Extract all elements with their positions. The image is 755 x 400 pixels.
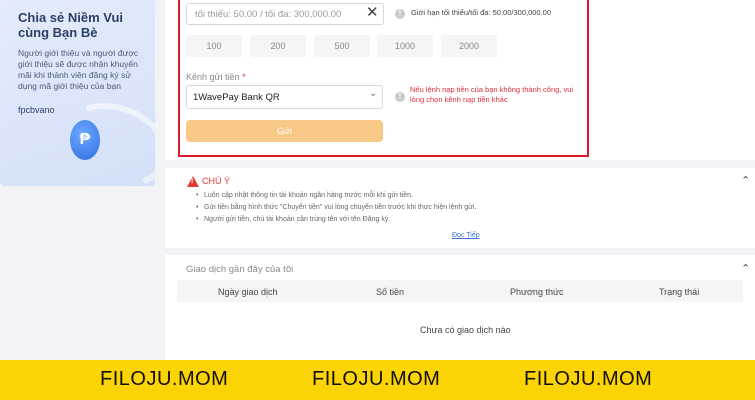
quick-amount-button[interactable]: 500 [314,35,370,57]
recent-title: Giao dịch gần đây của tôi [186,264,294,275]
promo-description: Người giới thiệu và người được giới thiệ… [18,48,139,91]
brand-text: FILOJU.MOM [524,368,653,390]
notice-item: Luôn cập nhật thông tin tài khoản ngân h… [196,192,413,199]
notice-item: Người gửi tiền, chủ tài khoản cần trùng … [196,216,390,223]
chevron-down-icon[interactable]: ⌄ [369,88,377,99]
info-icon: ! [395,92,405,102]
notice-title: CHÚ Ý [202,176,231,186]
channel-label: Kênh gửi tiền * [186,72,246,82]
empty-state: Chưa có giao dịch nào [420,325,511,335]
channel-select[interactable]: 1WavePay Bank QR [186,85,383,109]
promo-title: Chia sẻ Niềm Vui cùng Bạn Bè [18,10,123,40]
amount-input[interactable]: tối thiểu: 50.00 / tối đa: 300,000.00 [186,3,384,25]
referral-promo-card[interactable]: Chia sẻ Niềm Vui cùng Bạn Bè Người giới … [0,0,155,186]
quick-amount-button[interactable]: 1000 [377,35,433,57]
info-icon: ! [395,9,405,19]
channel-label-text: Kênh gửi tiền [186,72,240,82]
collapse-icon[interactable]: ⌃ [741,262,750,275]
column-header: Ngày giao dịch [218,287,278,297]
limit-hint: Giới hạn tối thiểu/tối đa: 50.00/300,000… [411,8,552,17]
coin-icon: ₱ [70,120,100,160]
required-mark: * [242,72,246,82]
quick-amount-button[interactable]: 2000 [441,35,497,57]
channel-hint: Nếu lệnh nạp tiền của bạn không thành cô… [410,85,574,104]
warning-icon-mark: ! [191,178,194,185]
decorative-swirl [49,88,155,186]
brand-text: FILOJU.MOM [100,368,229,390]
column-header: Phương thức [510,287,564,297]
column-header: Trạng thái [659,287,700,297]
column-header: Số tiền [376,287,405,297]
submit-button[interactable]: Gửi [186,120,383,142]
brand-text: FILOJU.MOM [312,368,441,390]
read-more-link[interactable]: Đọc Tiếp [452,232,480,239]
clear-icon[interactable]: ✕ [366,3,379,23]
quick-amount-button[interactable]: 100 [186,35,242,57]
quick-amount-button[interactable]: 200 [250,35,306,57]
notice-item: Gửi tiền bằng hình thức "Chuyển tiền" vu… [196,204,476,211]
collapse-icon[interactable]: ⌃ [741,174,750,187]
